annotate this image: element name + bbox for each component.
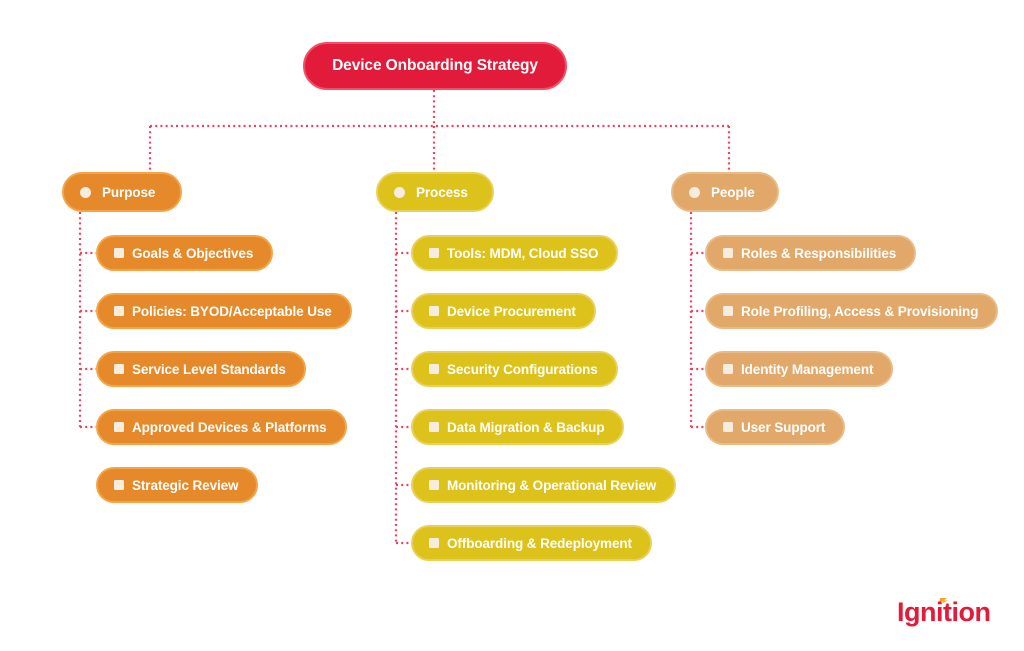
item-label: Role Profiling, Access & Provisioning bbox=[741, 303, 979, 319]
square-bullet-icon bbox=[429, 422, 439, 432]
square-bullet-icon bbox=[723, 364, 733, 374]
item-label: Data Migration & Backup bbox=[447, 419, 605, 435]
purpose-item[interactable]: Policies: BYOD/Acceptable Use bbox=[96, 293, 352, 329]
circle-bullet-icon bbox=[689, 186, 700, 198]
circle-bullet-icon bbox=[80, 186, 91, 198]
purpose-item[interactable]: Strategic Review bbox=[96, 467, 259, 503]
item-label: Service Level Standards bbox=[132, 361, 286, 377]
category-label: Purpose bbox=[102, 184, 156, 200]
item-label: User Support bbox=[741, 419, 826, 435]
square-bullet-icon bbox=[114, 422, 124, 432]
process-item[interactable]: Device Procurement bbox=[411, 293, 596, 329]
purpose-item[interactable]: Approved Devices & Platforms bbox=[96, 409, 347, 445]
item-label: Strategic Review bbox=[132, 477, 239, 493]
square-bullet-icon bbox=[723, 306, 733, 316]
square-bullet-icon bbox=[429, 306, 439, 316]
square-bullet-icon bbox=[114, 248, 124, 258]
root-node[interactable]: Device Onboarding Strategy bbox=[303, 42, 567, 90]
process-item[interactable]: Monitoring & Operational Review bbox=[411, 467, 677, 503]
item-label: Approved Devices & Platforms bbox=[132, 419, 327, 435]
item-label: Security Configurations bbox=[447, 361, 598, 377]
category-process[interactable]: Process bbox=[376, 172, 494, 212]
process-item[interactable]: Offboarding & Redeployment bbox=[411, 525, 652, 561]
square-bullet-icon bbox=[114, 364, 124, 374]
category-people[interactable]: People bbox=[671, 172, 779, 212]
square-bullet-icon bbox=[723, 422, 733, 432]
item-label: Roles & Responsibilities bbox=[741, 245, 897, 261]
square-bullet-icon bbox=[429, 538, 439, 548]
item-label: Goals & Objectives bbox=[132, 245, 254, 261]
purpose-item[interactable]: Service Level Standards bbox=[96, 351, 306, 387]
square-bullet-icon bbox=[429, 248, 439, 258]
item-label: Offboarding & Redeployment bbox=[447, 535, 632, 551]
category-label: Process bbox=[416, 184, 468, 200]
process-item[interactable]: Data Migration & Backup bbox=[411, 409, 625, 445]
process-item[interactable]: Tools: MDM, Cloud SSO bbox=[411, 235, 619, 271]
item-label: Device Procurement bbox=[447, 303, 576, 319]
category-purpose[interactable]: Purpose bbox=[62, 172, 182, 212]
process-item[interactable]: Security Configurations bbox=[411, 351, 618, 387]
purpose-item[interactable]: Goals & Objectives bbox=[96, 235, 274, 271]
ignition-logo: Ignition bbox=[897, 597, 991, 627]
item-label: Monitoring & Operational Review bbox=[447, 477, 657, 493]
item-label: Identity Management bbox=[741, 361, 874, 377]
root-node-label: Device Onboarding Strategy bbox=[332, 57, 538, 74]
people-item[interactable]: User Support bbox=[705, 409, 846, 445]
people-item[interactable]: Role Profiling, Access & Provisioning bbox=[705, 293, 999, 329]
circle-bullet-icon bbox=[394, 186, 405, 198]
item-label: Policies: BYOD/Acceptable Use bbox=[132, 303, 332, 319]
square-bullet-icon bbox=[114, 480, 124, 490]
people-item[interactable]: Identity Management bbox=[705, 351, 894, 387]
square-bullet-icon bbox=[114, 306, 124, 316]
people-item[interactable]: Roles & Responsibilities bbox=[705, 235, 917, 271]
square-bullet-icon bbox=[723, 248, 733, 258]
item-label: Tools: MDM, Cloud SSO bbox=[447, 245, 599, 261]
category-label: People bbox=[711, 184, 755, 200]
square-bullet-icon bbox=[429, 364, 439, 374]
square-bullet-icon bbox=[429, 480, 439, 490]
